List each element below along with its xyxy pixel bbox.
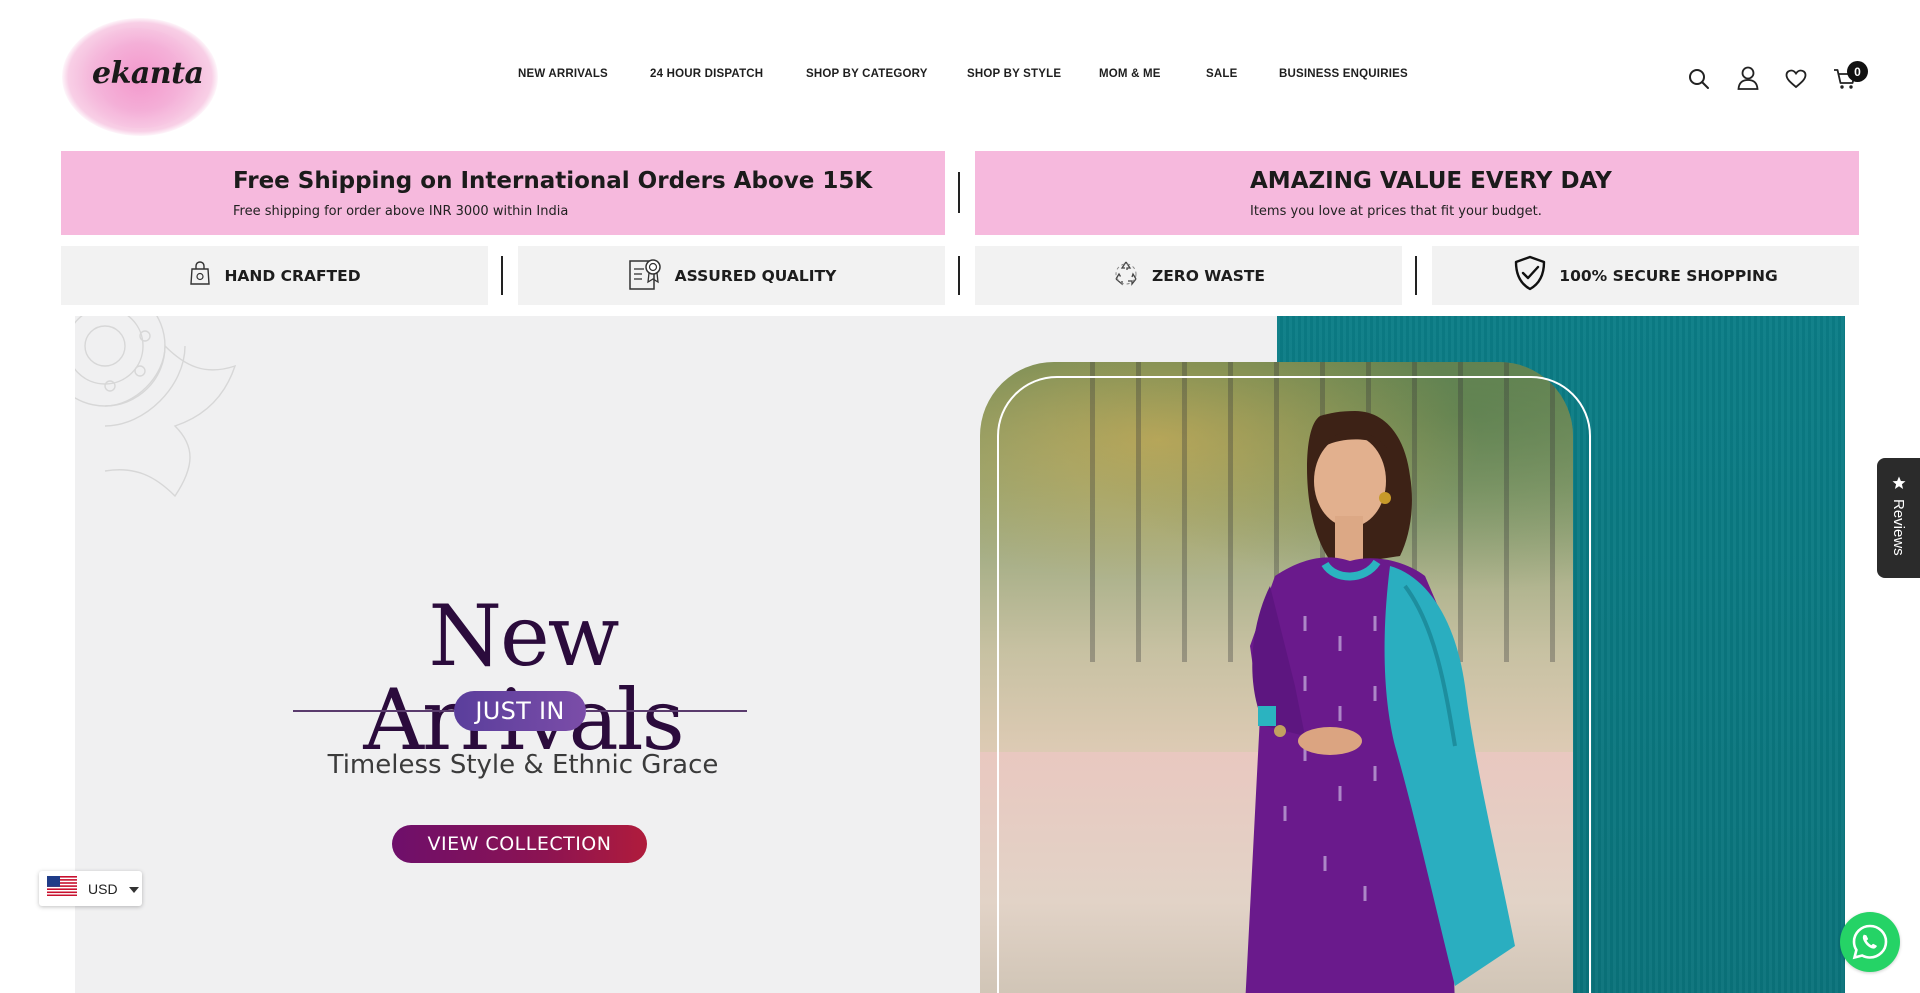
photo-frame-outline <box>997 376 1591 993</box>
mandala-decoration <box>75 316 237 498</box>
reviews-tab[interactable]: Reviews <box>1877 458 1920 578</box>
star-icon <box>1892 476 1906 495</box>
currency-selector[interactable]: USD <box>39 871 142 906</box>
divider <box>501 256 503 295</box>
whatsapp-icon[interactable] <box>1840 912 1900 972</box>
feature-label: 100% SECURE SHOPPING <box>1559 266 1778 285</box>
promo-banner-value: AMAZING VALUE EVERY DAY Items you love a… <box>975 151 1859 235</box>
nav-sale[interactable]: SALE <box>1206 68 1237 80</box>
feature-label: ZERO WASTE <box>1151 266 1266 285</box>
us-flag-icon <box>47 876 77 901</box>
nav-shop-by-style[interactable]: SHOP BY STYLE <box>967 68 1061 80</box>
divider <box>958 172 960 213</box>
shield-check-icon <box>1513 255 1547 296</box>
hero-tagline: Timeless Style & Ethnic Grace <box>327 750 719 780</box>
nav-shop-by-category[interactable]: SHOP BY CATEGORY <box>806 68 928 80</box>
cart-count-badge: 0 <box>1847 61 1868 82</box>
promo-banner-shipping: Free Shipping on International Orders Ab… <box>61 151 945 235</box>
hero-banner[interactable]: New Arrivals JUST IN Timeless Style & Et… <box>75 316 1845 993</box>
title-rule-left <box>293 710 454 712</box>
user-icon[interactable] <box>1735 65 1761 91</box>
hero-title: New Arrivals <box>363 587 684 762</box>
logo-wordmark: ekanta <box>92 56 204 91</box>
title-rule-right <box>586 710 747 712</box>
view-collection-button[interactable]: VIEW COLLECTION <box>392 825 647 863</box>
promo-subtitle: Items you love at prices that fit your b… <box>1250 204 1542 219</box>
search-icon[interactable] <box>1686 66 1712 92</box>
brand-logo[interactable]: ekanta <box>62 18 218 136</box>
shopping-bag-icon <box>188 260 212 291</box>
nav-new-arrivals[interactable]: NEW ARRIVALS <box>518 68 608 80</box>
nav-business-enquiries[interactable]: BUSINESS ENQUIRIES <box>1279 68 1408 80</box>
feature-label: HAND CRAFTED <box>224 266 361 285</box>
heart-icon[interactable] <box>1783 66 1809 92</box>
promo-subtitle: Free shipping for order above INR 3000 w… <box>233 204 569 219</box>
site-header: ekanta NEW ARRIVALS 24 HOUR DISPATCH SHO… <box>0 0 1920 150</box>
caret-down-icon <box>128 880 139 898</box>
currency-code: USD <box>88 880 118 897</box>
feature-zero-waste: ZERO WASTE <box>975 246 1402 305</box>
feature-hand-crafted: HAND CRAFTED <box>61 246 488 305</box>
promo-title: Free Shipping on International Orders Ab… <box>233 168 873 194</box>
reviews-label: Reviews <box>1890 499 1907 556</box>
feature-label: ASSURED QUALITY <box>674 266 837 285</box>
feature-secure-shopping: 100% SECURE SHOPPING <box>1432 246 1859 305</box>
divider <box>1415 256 1417 295</box>
recycle-icon <box>1112 259 1140 292</box>
feature-assured-quality: ASSURED QUALITY <box>518 246 945 305</box>
just-in-badge: JUST IN <box>454 691 586 731</box>
nav-mom-and-me[interactable]: MOM & ME <box>1099 68 1161 80</box>
divider <box>958 256 960 295</box>
nav-24-hour-dispatch[interactable]: 24 HOUR DISPATCH <box>650 68 763 80</box>
certificate-icon <box>627 255 663 296</box>
promo-title: AMAZING VALUE EVERY DAY <box>1250 168 1612 194</box>
